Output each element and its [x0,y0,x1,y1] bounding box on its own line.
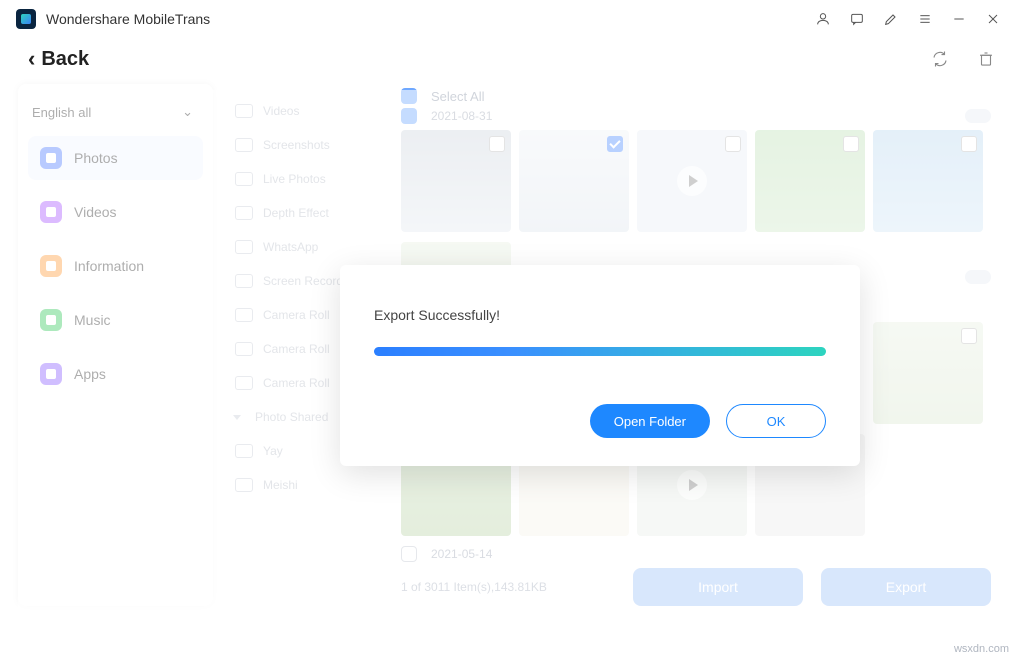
back-header: ‹ Back [0,38,1017,84]
refresh-icon[interactable] [931,50,949,68]
trash-icon[interactable] [977,50,995,68]
edit-icon[interactable] [883,11,899,27]
back-button[interactable]: Back [41,48,89,71]
progress-bar [374,347,826,356]
dialog-title: Export Successfully! [374,307,826,323]
ok-button[interactable]: OK [726,404,826,438]
export-success-dialog: Export Successfully! Open Folder OK [340,265,860,466]
feedback-icon[interactable] [849,11,865,27]
user-icon[interactable] [815,11,831,27]
open-folder-button[interactable]: Open Folder [590,404,710,438]
close-icon[interactable] [985,11,1001,27]
app-title: Wondershare MobileTrans [46,11,210,27]
chevron-left-icon[interactable]: ‹ [28,46,35,72]
app-logo [16,9,36,29]
titlebar: Wondershare MobileTrans [0,0,1017,38]
minimize-icon[interactable] [951,11,967,27]
watermark: wsxdn.com [954,643,1009,655]
menu-icon[interactable] [917,11,933,27]
